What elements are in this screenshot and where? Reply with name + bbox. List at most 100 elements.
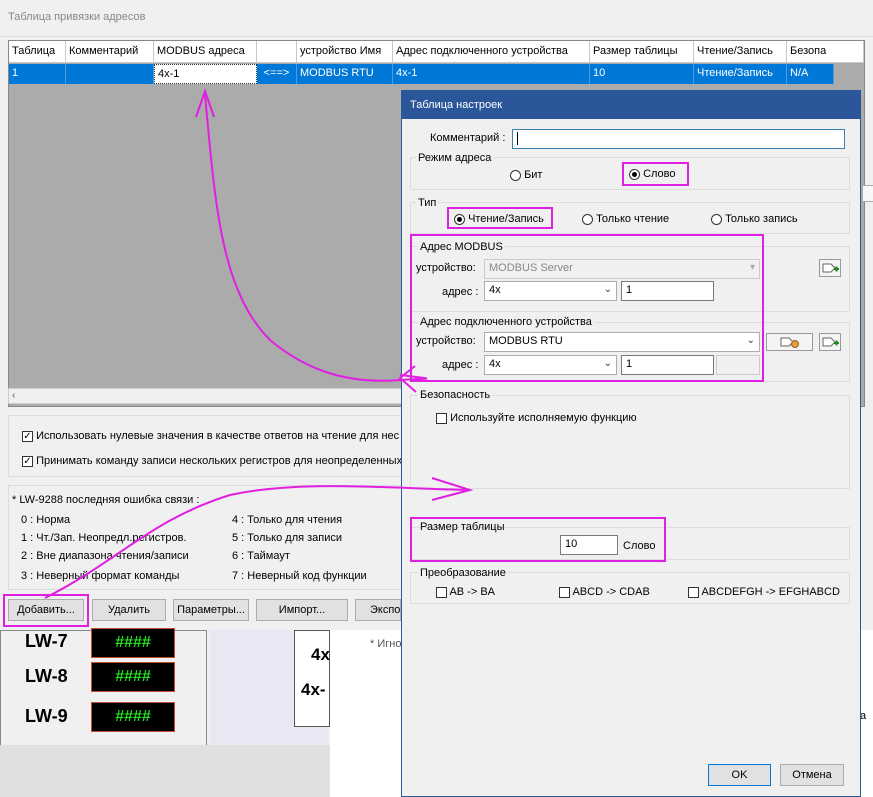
- error-code: 5 : Только для записи: [232, 532, 343, 544]
- parameters-button[interactable]: Параметры...: [173, 599, 249, 621]
- tag-add-icon[interactable]: [819, 333, 841, 351]
- error-code: 3 : Неверный формат команды: [21, 570, 180, 582]
- conversion-checkbox[interactable]: [559, 586, 570, 598]
- option-zero-values-label: Использовать нулевые значения в качестве…: [36, 430, 400, 442]
- properties-note: * Игно: [370, 638, 402, 650]
- editor-object-text: 4x: [311, 645, 330, 664]
- conversion-option[interactable]: ABCDEFGH -> EFGHABCD: [688, 586, 840, 598]
- table-cell: N/A: [787, 64, 834, 84]
- cancel-button[interactable]: Отмена: [780, 764, 844, 786]
- option-multi-register-write[interactable]: Принимать команду записи нескольких реги…: [22, 455, 402, 467]
- editor-object[interactable]: 4x 4x-: [294, 630, 330, 727]
- table-size-caption: Размер таблицы: [420, 521, 505, 533]
- radio-read-write-label: Чтение/Запись: [468, 213, 544, 225]
- highlight-box: [3, 594, 89, 627]
- error-codes-title: * LW-9288 последняя ошибка связи :: [12, 494, 200, 506]
- text-cursor: [517, 132, 518, 145]
- table-cell-focused: 4x-1: [154, 64, 257, 84]
- radio-bit-label: Бит: [524, 169, 543, 181]
- error-code: 6 : Таймаут: [232, 550, 290, 562]
- radio-read-write[interactable]: Чтение/Запись: [454, 213, 544, 225]
- conversion-option-label: ABCDEFGH -> EFGHABCD: [701, 586, 840, 598]
- radio-word[interactable]: Слово: [629, 168, 676, 180]
- conversion-option-label: ABCD -> CDAB: [572, 586, 650, 598]
- comment-label: Комментарий :: [430, 132, 506, 144]
- table-cell: <==>: [257, 64, 297, 84]
- conversion-caption: Преобразование: [418, 567, 508, 579]
- tag-add-icon[interactable]: [819, 259, 841, 277]
- conversion-option[interactable]: ABCD -> CDAB: [559, 586, 650, 598]
- radio-bit-icon[interactable]: [510, 169, 521, 181]
- table-size-unit: Слово: [623, 540, 656, 552]
- error-code: 7 : Неверный код функции: [232, 570, 367, 582]
- tag-settings-icon[interactable]: [766, 333, 813, 351]
- settings-dialog: Таблица настроек Комментарий : Режим адр…: [401, 90, 861, 797]
- radio-write-only[interactable]: Только запись: [711, 213, 798, 225]
- column-header-security[interactable]: Безопа: [787, 41, 864, 63]
- column-header-modbus-address[interactable]: MODBUS адреса: [154, 41, 257, 63]
- column-header-device-name[interactable]: устройство Имя: [297, 41, 393, 63]
- security-group: [410, 395, 850, 489]
- error-code: 4 : Только для чтения: [232, 514, 343, 526]
- horizontal-scrollbar[interactable]: ‹: [8, 388, 403, 404]
- scroll-left-icon[interactable]: ‹: [12, 390, 15, 401]
- table-cell: MODBUS RTU: [297, 64, 393, 84]
- highlight-box: [410, 234, 764, 382]
- option-multi-register-write-label: Принимать команду записи нескольких реги…: [36, 455, 402, 467]
- checkbox-multi-register-write[interactable]: [22, 455, 33, 467]
- conversion-option-label: AB -> BA: [449, 586, 495, 598]
- lw-label: LW-7: [25, 631, 68, 651]
- lw-value-display[interactable]: ####: [91, 662, 175, 692]
- import-button[interactable]: Импорт...: [256, 599, 348, 621]
- radio-word-label: Слово: [643, 168, 676, 180]
- lw-label: LW-8: [25, 666, 68, 686]
- type-caption: Тип: [416, 197, 439, 209]
- options-group: [8, 415, 403, 477]
- editor-object-text: 4x-: [301, 680, 326, 699]
- table-cell: [66, 64, 154, 84]
- window-title: Таблица привязки адресов: [8, 11, 146, 23]
- radio-write-only-label: Только запись: [725, 213, 798, 225]
- delete-button[interactable]: Удалить: [92, 599, 166, 621]
- security-checkbox[interactable]: [436, 412, 447, 424]
- lw-value-display[interactable]: ####: [91, 628, 175, 658]
- security-option-label: Используйте исполняемую функцию: [450, 412, 637, 424]
- ok-button[interactable]: OK: [708, 764, 771, 786]
- lw-label: LW-9: [25, 706, 68, 726]
- error-code: 0 : Норма: [21, 514, 71, 526]
- table-cell: 1: [9, 64, 66, 84]
- comment-input[interactable]: [512, 129, 845, 149]
- radio-read-only-icon[interactable]: [582, 213, 593, 225]
- window-title-bar: Таблица привязки адресов: [0, 0, 873, 37]
- column-header-table-size[interactable]: Размер таблицы: [590, 41, 694, 63]
- column-header-table[interactable]: Таблица: [9, 41, 66, 63]
- column-header-arrow[interactable]: [257, 41, 297, 63]
- table-cell: 4x-1: [393, 64, 590, 84]
- export-button[interactable]: Экспо: [355, 599, 401, 621]
- error-code: 2 : Вне диапазона чтения/записи: [21, 550, 189, 562]
- conversion-option[interactable]: AB -> BA: [436, 586, 495, 598]
- option-zero-values[interactable]: Использовать нулевые значения в качестве…: [22, 430, 402, 442]
- radio-word-icon[interactable]: [629, 168, 640, 180]
- radio-read-write-icon[interactable]: [454, 213, 465, 225]
- radio-write-only-icon[interactable]: [711, 213, 722, 225]
- radio-bit[interactable]: Бит: [510, 169, 542, 181]
- security-option[interactable]: Используйте исполняемую функцию: [436, 412, 637, 424]
- side-button[interactable]: [862, 185, 873, 202]
- column-header-read-write[interactable]: Чтение/Запись: [694, 41, 787, 63]
- conversion-checkbox[interactable]: [436, 586, 447, 598]
- checkbox-zero-values[interactable]: [22, 430, 33, 442]
- column-header-connected-address[interactable]: Адрес подключенного устройства: [393, 41, 590, 63]
- column-header-comment[interactable]: Комментарий: [66, 41, 154, 63]
- conversion-checkbox[interactable]: [688, 586, 699, 598]
- dialog-title: Таблица настроек: [410, 99, 503, 111]
- table-cell: Чтение/Запись: [694, 64, 787, 84]
- lw-display-panel: LW-7 #### LW-8 #### LW-9 ####: [0, 628, 207, 747]
- lw-value-display[interactable]: ####: [91, 702, 175, 732]
- dialog-title-bar: Таблица настроек: [402, 91, 860, 119]
- security-caption: Безопасность: [418, 389, 493, 401]
- editor-background: [0, 745, 330, 797]
- table-size-input[interactable]: 10: [560, 535, 618, 555]
- radio-read-only[interactable]: Только чтение: [582, 213, 669, 225]
- address-mode-caption: Режим адреса: [416, 152, 494, 164]
